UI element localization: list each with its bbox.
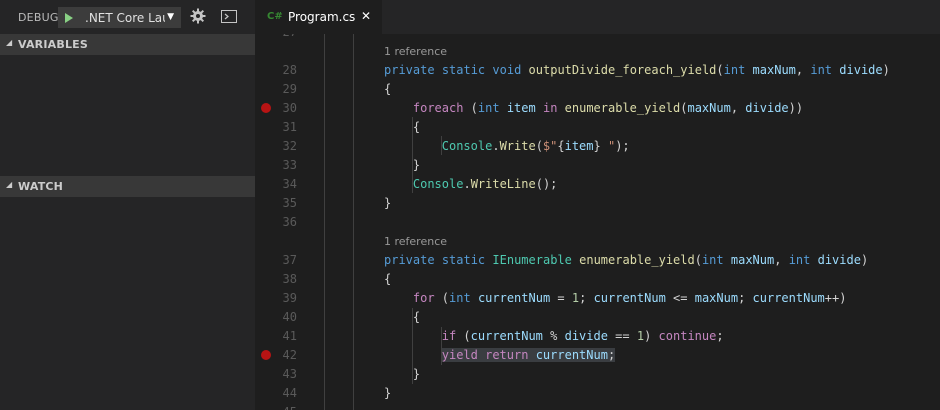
line-number: 35: [282, 196, 297, 210]
breakpoint-icon[interactable]: [261, 350, 271, 360]
code-line[interactable]: 38 {: [255, 270, 940, 289]
line-number: 45: [255, 403, 297, 410]
current-statement-highlight: yield return currentNum;: [441, 348, 616, 362]
line-number: 33: [282, 158, 297, 172]
code-text: {: [412, 310, 421, 324]
line-number: 39: [282, 291, 297, 305]
code-line[interactable]: 41 if (currentNum % divide == 1) continue…: [255, 327, 940, 346]
breakpoint-icon[interactable]: [261, 103, 271, 113]
code-text: if (currentNum % divide == 1) continue;: [441, 329, 724, 343]
code-line[interactable]: 42 yield return currentNum;: [255, 346, 940, 365]
code-line[interactable]: 39 for (int currentNum = 1; currentNum <=…: [255, 289, 940, 308]
code-line[interactable]: 27: [255, 34, 940, 42]
code-text: foreach (int item in enumerable_yield(ma…: [412, 101, 804, 115]
code-text: private static IEnumerable enumerable_yi…: [384, 253, 869, 267]
line-number: 43: [282, 367, 297, 381]
variables-section-label: VARIABLES: [18, 38, 88, 51]
tab-label: Program.cs: [288, 10, 356, 24]
line-number: 29: [282, 82, 297, 96]
code-line[interactable]: 35}: [255, 194, 940, 213]
code-text: {: [412, 120, 421, 134]
code-text: }: [412, 158, 421, 172]
watch-section-header[interactable]: ◢ WATCH: [0, 176, 255, 197]
line-number: 36: [282, 215, 297, 229]
code-line[interactable]: 40 {: [255, 308, 940, 327]
line-number: 37: [282, 253, 297, 267]
debug-toolbar: DEBUG .NET Core Launch (console) ▼: [0, 0, 255, 34]
code-line[interactable]: 34 Console.WriteLine();: [255, 175, 940, 194]
line-number: 34: [282, 177, 297, 191]
indent-guide: [411, 117, 413, 193]
expand-triangle-icon: ◢: [6, 38, 13, 47]
indent-guide: [324, 34, 325, 410]
code-line[interactable]: 44}: [255, 384, 940, 403]
code-line[interactable]: 45: [255, 403, 940, 410]
code-text: Console.Write($"{item} ");: [441, 139, 630, 153]
code-text: }: [384, 196, 392, 210]
line-number: 40: [282, 310, 297, 324]
codelens-references[interactable]: 1 reference: [384, 232, 447, 251]
line-number: 38: [282, 272, 297, 286]
code-line[interactable]: 36: [255, 213, 940, 232]
code-text: {: [384, 82, 392, 96]
chevron-down-icon: ▼: [167, 12, 174, 22]
code-text: }: [412, 367, 421, 381]
start-debugging-button[interactable]: [58, 7, 78, 28]
line-number: 31: [282, 120, 297, 134]
code-text: yield return currentNum;: [441, 346, 616, 365]
code-line[interactable]: 28 private static void outputDivide_forea…: [255, 61, 940, 80]
indent-guide: [411, 308, 413, 384]
code-text: {: [384, 272, 392, 286]
launch-config-value: .NET Core Launch (console): [85, 11, 165, 25]
launch-config-select[interactable]: .NET Core Launch (console) ▼: [78, 7, 181, 28]
watch-section-label: WATCH: [18, 180, 64, 193]
line-number: 41: [282, 329, 297, 343]
codelens-references[interactable]: 1 reference: [384, 42, 447, 61]
code-text: private static void outputDivide_foreach…: [384, 63, 890, 77]
code-line[interactable]: 43}: [255, 365, 940, 384]
variables-section-header[interactable]: ◢ VARIABLES: [0, 34, 255, 55]
code-line[interactable]: 29 {: [255, 80, 940, 99]
indent-guide: [440, 136, 442, 155]
code-line[interactable]: 32 Console.Write($"{item} ");: [255, 137, 940, 156]
code-line[interactable]: 33}: [255, 156, 940, 175]
code-line[interactable]: 30 foreach (int item in enumerable_yield(…: [255, 99, 940, 118]
line-number: 27: [255, 34, 297, 42]
close-icon[interactable]: ✕: [361, 9, 371, 23]
csharp-file-icon: C#: [267, 11, 283, 22]
debug-console-icon[interactable]: [221, 10, 237, 23]
debug-title: DEBUG: [18, 11, 59, 24]
code-line[interactable]: 37 private static IEnumerable enumerable_…: [255, 251, 940, 270]
tab-program-cs[interactable]: C# Program.cs ✕: [255, 0, 382, 34]
line-number: 28: [282, 63, 297, 77]
editor-tab-bar: C# Program.cs ✕: [255, 0, 940, 34]
code-line[interactable]: 31 {: [255, 118, 940, 137]
line-number: 32: [282, 139, 297, 153]
play-icon: [65, 13, 73, 23]
debug-sidebar: DEBUG .NET Core Launch (console) ▼: [0, 0, 255, 410]
indent-guide: [353, 34, 354, 410]
code-area[interactable]: 27 1 reference 28 private static void outpu…: [255, 34, 940, 410]
gear-icon[interactable]: [190, 8, 206, 24]
editor: C# Program.cs ✕ 27 1 reference 28 private s…: [255, 0, 940, 410]
expand-triangle-icon: ◢: [6, 180, 13, 189]
indent-guide: [440, 327, 442, 365]
code-text: }: [384, 386, 392, 400]
code-text: Console.WriteLine();: [412, 177, 558, 191]
line-number: 44: [282, 386, 297, 400]
code-text: for (int currentNum = 1; currentNum <= m…: [412, 291, 847, 305]
